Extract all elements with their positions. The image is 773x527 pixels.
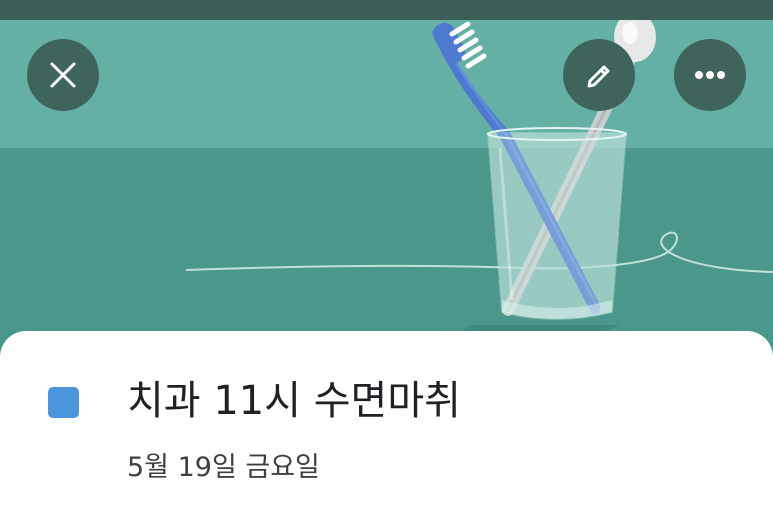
event-detail-screen: 치과 11시 수면마취 5월 19일 금요일 [0, 0, 773, 527]
status-bar [0, 0, 773, 20]
event-date: 5월 19일 금요일 [127, 452, 320, 483]
header-illustration [0, 20, 773, 360]
close-button[interactable] [27, 39, 99, 111]
edit-button[interactable] [563, 39, 635, 111]
more-horizontal-icon [694, 70, 726, 80]
event-title: 치과 11시 수면마취 [127, 378, 461, 424]
more-options-button[interactable] [674, 39, 746, 111]
event-color-chip [48, 387, 79, 418]
pencil-icon [584, 60, 614, 90]
close-icon [49, 61, 77, 89]
